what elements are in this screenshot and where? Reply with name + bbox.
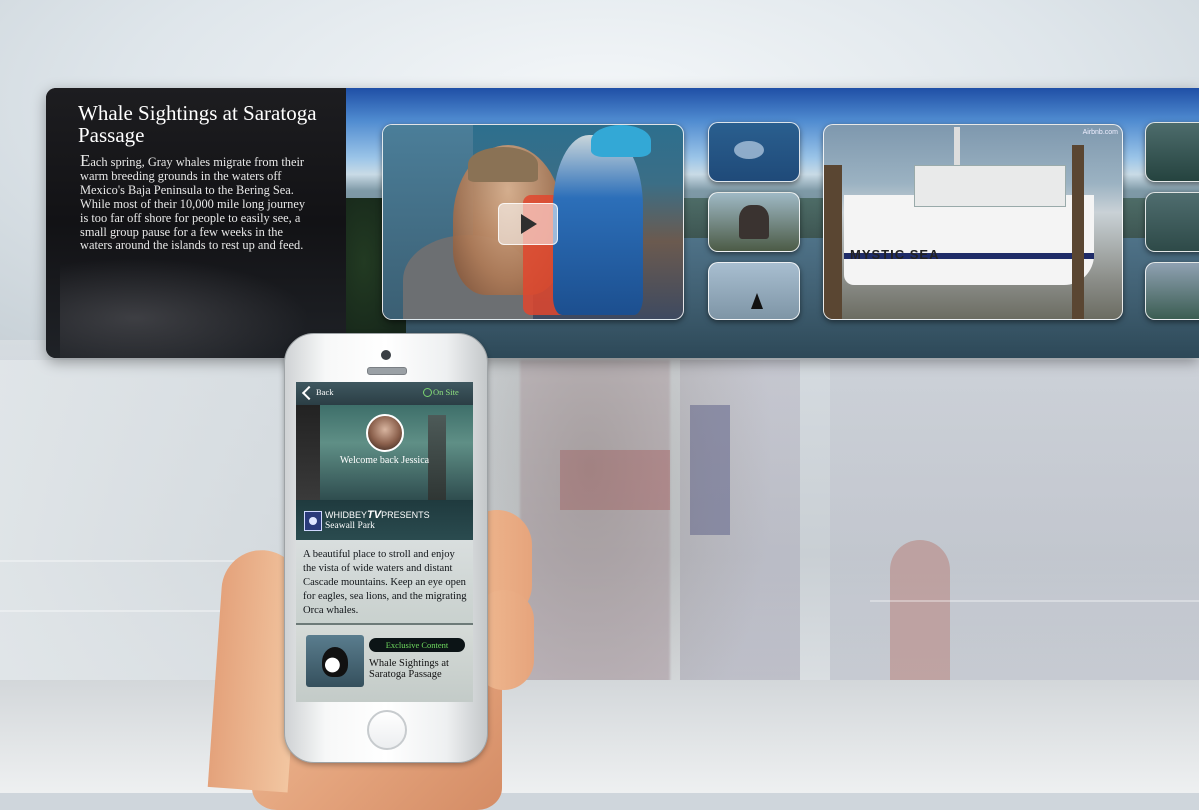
crowd-thumbnail[interactable] [1145, 262, 1199, 320]
speaker-grille [367, 367, 407, 375]
orca-fin-thumbnail[interactable] [708, 262, 800, 320]
play-icon[interactable] [498, 203, 558, 245]
home-button[interactable] [367, 710, 407, 750]
bell-thumbnail[interactable] [708, 192, 800, 252]
phone-screen: Back On Site Welcome back Jessica WHIDBE… [296, 382, 473, 702]
avatar[interactable] [366, 414, 404, 452]
app-topbar: Back On Site [296, 382, 473, 405]
exclusive-content-badge: Exclusive Content [369, 638, 465, 652]
welcome-hero: Welcome back Jessica [296, 405, 473, 500]
presents-bar: WHIDBEYTVPRESENTS Seawall Park [296, 500, 473, 540]
place-description-text: A beautiful place to stroll and enjoy th… [303, 549, 467, 616]
info-column: Whale Sightings at Saratoga Passage Each… [46, 88, 346, 358]
boat-name-text: MYSTIC SEA [850, 247, 940, 262]
media-panel: Whale Sightings at Saratoga Passage Each… [46, 88, 1199, 358]
boat-thumbnail[interactable]: MYSTIC SEA Airbnb.com [823, 124, 1123, 320]
location-pin-icon [423, 388, 432, 397]
orca-group-thumbnail[interactable] [1145, 122, 1199, 182]
exclusive-content-card[interactable]: Exclusive Content Whale Sightings at Sar… [296, 625, 473, 702]
camera-icon [381, 350, 391, 360]
brand-text: WHIDBEYTVPRESENTS [325, 509, 430, 521]
place-description: A beautiful place to stroll and enjoy th… [296, 540, 473, 623]
watermark-text: Airbnb.com [1082, 129, 1118, 136]
orca-jump-thumbnail[interactable] [1145, 192, 1199, 252]
orca-card-thumbnail [306, 635, 364, 687]
whidbey-logo-icon [304, 511, 322, 531]
smartphone: Back On Site Welcome back Jessica WHIDBE… [284, 333, 488, 763]
panel-title: Whale Sightings at Saratoga Passage [78, 101, 317, 147]
back-button[interactable]: Back [316, 387, 333, 397]
welcome-text: Welcome back Jessica [339, 455, 430, 466]
card-title: Whale Sightings at Saratoga Passage [369, 658, 449, 680]
place-title: Seawall Park [325, 521, 375, 531]
onsite-status[interactable]: On Site [433, 387, 459, 397]
panel-description: Each spring, Gray whales migrate from th… [80, 151, 306, 253]
chevron-left-icon[interactable] [301, 385, 317, 401]
whale-breach-thumbnail[interactable] [708, 122, 800, 182]
whale-video-thumbnail[interactable] [382, 124, 684, 320]
